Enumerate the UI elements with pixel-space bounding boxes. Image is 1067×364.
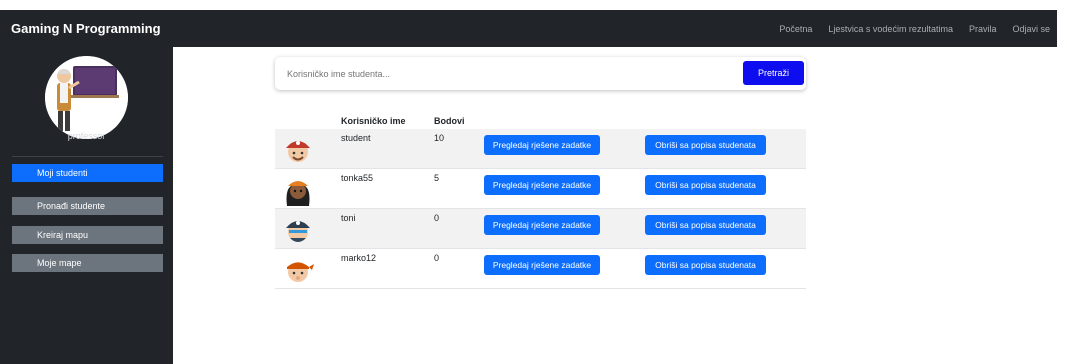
cell-username: tonka55 <box>341 173 374 183</box>
pirate-avatar-icon <box>286 221 310 242</box>
remove-student-button[interactable]: Obriši sa popisa studenata <box>645 135 766 155</box>
nav-link-rules[interactable]: Pravila <box>969 24 997 34</box>
search-bar: Pretraži <box>275 57 806 90</box>
sidebar-item-find-students[interactable]: Pronađi studente <box>12 197 163 215</box>
pirate-avatar-icon <box>286 181 310 206</box>
search-button[interactable]: Pretraži <box>743 61 804 85</box>
view-solved-tasks-button[interactable]: Pregledaj rješene zadatke <box>484 215 600 235</box>
pirate-avatar-icon <box>287 262 314 282</box>
remove-student-button[interactable]: Obriši sa popisa studenata <box>645 215 766 235</box>
cell-username: student <box>341 133 371 143</box>
cell-points: 5 <box>434 173 440 183</box>
nav-links: Početna Ljestvica s vodećim rezultatima … <box>763 24 1050 34</box>
search-input[interactable] <box>287 64 727 83</box>
remove-student-button[interactable]: Obriši sa popisa studenata <box>645 255 766 275</box>
sidebar: professor Moji studenti Pronađi studente… <box>0 47 173 364</box>
sidebar-divider <box>12 156 163 157</box>
column-header-username: Korisničko ime <box>341 116 406 126</box>
sidebar-item-create-map[interactable]: Kreiraj mapu <box>12 226 163 244</box>
cell-points: 0 <box>434 253 440 263</box>
sidebar-item-my-maps[interactable]: Moje mape <box>12 254 163 272</box>
view-solved-tasks-button[interactable]: Pregledaj rješene zadatke <box>484 255 600 275</box>
brand-title[interactable]: Gaming N Programming <box>11 21 161 36</box>
table-row: tonka55 5 Pregledaj rješene zadatke Obri… <box>275 169 806 209</box>
cell-points: 0 <box>434 213 440 223</box>
pirate-avatar-icon <box>286 141 310 162</box>
cell-username: marko12 <box>341 253 377 263</box>
sidebar-item-my-students[interactable]: Moji studenti <box>12 164 163 182</box>
remove-student-button[interactable]: Obriši sa popisa studenata <box>645 175 766 195</box>
table-row: toni 0 Pregledaj rješene zadatke Obriši … <box>275 209 806 249</box>
cell-username: toni <box>341 213 356 223</box>
view-solved-tasks-button[interactable]: Pregledaj rješene zadatke <box>484 175 600 195</box>
nav-link-leaderboard[interactable]: Ljestvica s vodećim rezultatima <box>828 24 953 34</box>
column-header-points: Bodovi <box>434 116 465 126</box>
table-row: marko12 0 Pregledaj rješene zadatke Obri… <box>275 249 806 289</box>
view-solved-tasks-button[interactable]: Pregledaj rješene zadatke <box>484 135 600 155</box>
nav-link-home[interactable]: Početna <box>779 24 812 34</box>
top-navbar: Gaming N Programming Početna Ljestvica s… <box>0 10 1057 47</box>
table-row: student 10 Pregledaj rješene zadatke Obr… <box>275 129 806 169</box>
professor-avatar-icon <box>45 56 128 139</box>
app-root: Gaming N Programming Početna Ljestvica s… <box>0 0 1067 364</box>
nav-link-logout[interactable]: Odjavi se <box>1012 24 1050 34</box>
cell-points: 10 <box>434 133 445 143</box>
profile-name: professor <box>67 131 106 141</box>
